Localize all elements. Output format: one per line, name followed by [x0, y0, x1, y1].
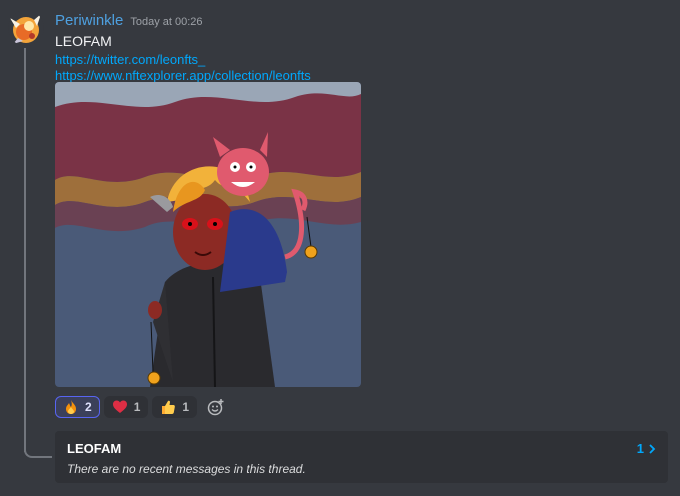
- reaction-count: 2: [85, 400, 92, 414]
- username[interactable]: Periwinkle: [55, 12, 123, 29]
- reaction-count: 1: [182, 400, 190, 414]
- add-reaction-button[interactable]: [205, 396, 227, 418]
- thumbs-up-icon: [162, 400, 176, 414]
- avatar[interactable]: [8, 10, 44, 46]
- message-header: Periwinkle Today at 00:26: [55, 12, 203, 29]
- reaction-count: 1: [133, 400, 141, 414]
- fire-icon: [66, 400, 76, 414]
- red-heart-icon: [112, 400, 127, 413]
- thread-preview[interactable]: LEOFAM There are no recent messages in t…: [55, 431, 668, 483]
- nft-artwork: [55, 82, 361, 387]
- add-reaction-icon: [207, 399, 224, 416]
- timestamp: Today at 00:26: [130, 16, 203, 28]
- thread-count-label: 1: [636, 441, 644, 456]
- chevron-right-icon: [649, 443, 656, 454]
- thread-title: LEOFAM: [67, 441, 122, 456]
- message-text: LEOFAM: [55, 33, 112, 49]
- thread-subtitle: There are no recent messages in this thr…: [67, 462, 306, 476]
- thread-message-count[interactable]: 1: [637, 441, 656, 456]
- nftexplorer-link[interactable]: https://www.nftexplorer.app/collection/l…: [55, 68, 311, 83]
- reaction-heart[interactable]: 1: [103, 396, 149, 418]
- twitter-link[interactable]: https://twitter.com/leonfts_: [55, 52, 205, 67]
- reactions-bar: 2 1 1: [55, 396, 227, 418]
- reaction-thumbs-up[interactable]: 1: [152, 396, 198, 418]
- reaction-fire[interactable]: 2: [55, 396, 100, 418]
- image-attachment[interactable]: [55, 82, 361, 387]
- thread-connector-curve: [24, 438, 52, 458]
- thread-connector-line: [24, 48, 26, 452]
